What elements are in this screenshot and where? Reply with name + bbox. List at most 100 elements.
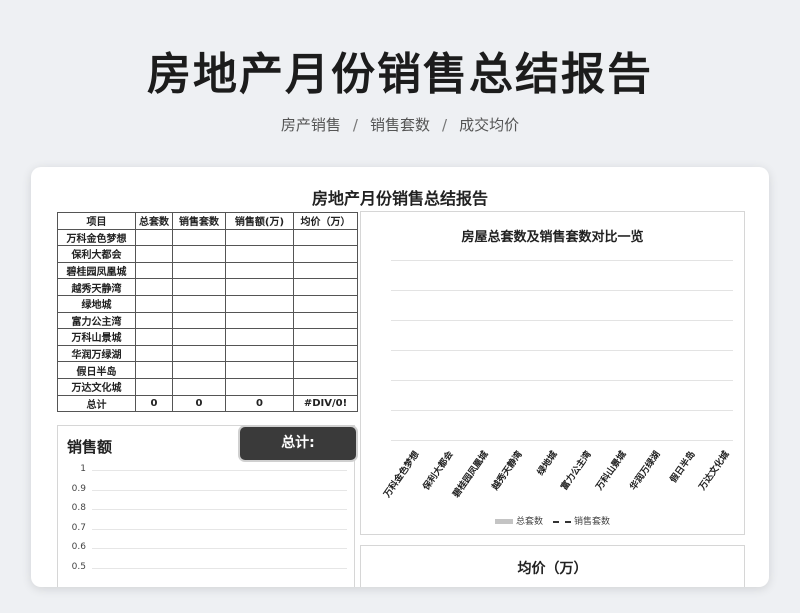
table-cell[interactable] (293, 361, 358, 379)
project-name-cell[interactable]: 假日半岛 (57, 361, 136, 379)
gridline (92, 567, 347, 569)
table-cell[interactable] (135, 344, 173, 363)
table-row: 万科山景城 (57, 328, 358, 346)
x-tick-label: 万科山景城 (594, 449, 629, 493)
table-cell[interactable] (172, 344, 226, 363)
avg-price-chart[interactable]: 均价（万） (360, 545, 745, 587)
table-cell[interactable] (172, 328, 226, 346)
chart-title: 房屋总套数及销售套数对比一览 (461, 230, 644, 245)
table-cell[interactable] (172, 278, 226, 296)
legend-swatch-line (553, 520, 571, 523)
y-tick-label: 0.9 (71, 483, 86, 494)
project-name-cell[interactable]: 万达文化城 (57, 377, 136, 396)
breadcrumb-item[interactable]: 销售套数 (370, 116, 430, 134)
table-cell[interactable] (135, 261, 173, 280)
table-cell[interactable] (225, 328, 294, 346)
column-header: 销售额(万) (225, 212, 294, 230)
table-cell[interactable] (172, 261, 226, 280)
gridline (391, 320, 733, 321)
breadcrumb-item[interactable]: 成交均价 (459, 116, 519, 134)
table-cell[interactable] (293, 228, 358, 247)
total-button[interactable]: 总计: (240, 427, 356, 460)
legend-label: 销售套数 (574, 517, 611, 527)
table-cell[interactable] (225, 261, 294, 280)
x-tick-label: 万科金色梦想 (382, 449, 422, 500)
gridline (391, 260, 733, 261)
table-row: 假日半岛 (57, 361, 358, 379)
column-header: 均价（万） (293, 212, 358, 230)
table-cell[interactable] (135, 294, 173, 313)
gridline (92, 528, 347, 530)
page-title: 房地产月份销售总结报告 (147, 49, 653, 100)
table-cell[interactable] (135, 361, 173, 379)
sales-value[interactable]: 0 (225, 394, 294, 413)
project-name-cell[interactable]: 华润万绿湖 (57, 344, 136, 363)
avg-price-value[interactable]: #DIV/0! (293, 394, 358, 413)
table-cell[interactable] (293, 294, 358, 313)
table-row: 富力公主湾 (57, 311, 358, 330)
table-row: 越秀天静湾 (57, 278, 358, 296)
table-cell[interactable] (225, 228, 294, 247)
table-cell[interactable] (172, 245, 226, 263)
x-tick-label: 富力公主湾 (560, 449, 595, 493)
gridline (391, 350, 733, 351)
table-cell[interactable] (135, 311, 173, 330)
y-tick-label: 0.5 (71, 561, 86, 572)
units-comparison-chart[interactable]: 房屋总套数及销售套数对比一览 万科金色梦想 保利大都会 碧桂园凤凰城 越秀天静湾 绿地城… (360, 211, 745, 535)
breadcrumb: 房产销售 / 销售套数 / 成交均价 (0, 114, 800, 135)
chart-legend: 总套数 销售套数 (361, 514, 744, 527)
table-cell[interactable] (225, 361, 294, 379)
x-tick-label: 假日半岛 (668, 449, 698, 485)
table-cell[interactable] (172, 377, 226, 396)
table-cell[interactable] (135, 245, 173, 263)
table-cell[interactable] (293, 344, 358, 363)
breadcrumb-separator: / (352, 116, 358, 134)
x-tick-label: 越秀天静湾 (491, 449, 526, 493)
project-name-cell[interactable]: 富力公主湾 (57, 311, 136, 330)
table-cell[interactable] (135, 328, 173, 346)
project-name-cell[interactable]: 碧桂园凤凰城 (57, 261, 136, 280)
project-name-cell[interactable]: 万科金色梦想 (57, 228, 136, 247)
table-cell[interactable] (293, 278, 358, 296)
table-cell[interactable] (172, 361, 226, 379)
table-cell[interactable] (293, 261, 358, 280)
project-name-cell[interactable]: 越秀天静湾 (57, 278, 136, 296)
chart-title: 均价（万） (517, 561, 588, 577)
table-row: 保利大都会 (57, 245, 358, 263)
y-tick-label: 0.8 (71, 503, 86, 513)
table-cell[interactable] (135, 228, 173, 247)
table-cell[interactable] (225, 245, 294, 263)
table-cell[interactable] (293, 328, 358, 346)
project-name-cell[interactable]: 保利大都会 (57, 245, 136, 263)
column-header: 销售套数 (172, 212, 226, 230)
table-cell[interactable] (293, 311, 358, 330)
sheet-title: 房地产月份销售总结报告 (311, 189, 488, 208)
table-cell[interactable] (135, 377, 173, 396)
project-name-cell[interactable]: 万科山景城 (57, 328, 136, 346)
table-cell[interactable] (225, 344, 294, 363)
spreadsheet-preview-card: 房地产月份销售总结报告 项目 总套数 销售套数 销售额(万) 均价（万） 万科金… (31, 167, 769, 587)
table-cell[interactable] (225, 294, 294, 313)
breadcrumb-item[interactable]: 房产销售 (281, 116, 341, 134)
table-cell[interactable] (225, 278, 294, 296)
table-cell[interactable] (172, 311, 226, 330)
total-units-value[interactable]: 0 (135, 394, 173, 413)
table-header-row: 项目 总套数 销售套数 销售额(万) 均价（万） (57, 212, 358, 230)
table-cell[interactable] (172, 294, 226, 313)
gridline (391, 410, 733, 411)
table-row: 万科金色梦想 (57, 228, 358, 247)
x-tick-label: 绿地城 (535, 449, 560, 478)
table-cell[interactable] (172, 228, 226, 247)
table-row: 碧桂园凤凰城 (57, 261, 358, 280)
table-cell[interactable] (293, 377, 358, 396)
column-header: 总套数 (135, 212, 173, 230)
legend-swatch-bar (494, 519, 513, 524)
table-cell[interactable] (293, 245, 358, 263)
table-cell[interactable] (225, 377, 294, 396)
total-label: 总计 (57, 394, 136, 413)
sold-units-value[interactable]: 0 (172, 394, 226, 413)
y-tick-label: 0.6 (71, 542, 86, 552)
project-name-cell[interactable]: 绿地城 (57, 294, 136, 313)
table-cell[interactable] (225, 311, 294, 330)
table-cell[interactable] (135, 278, 173, 296)
